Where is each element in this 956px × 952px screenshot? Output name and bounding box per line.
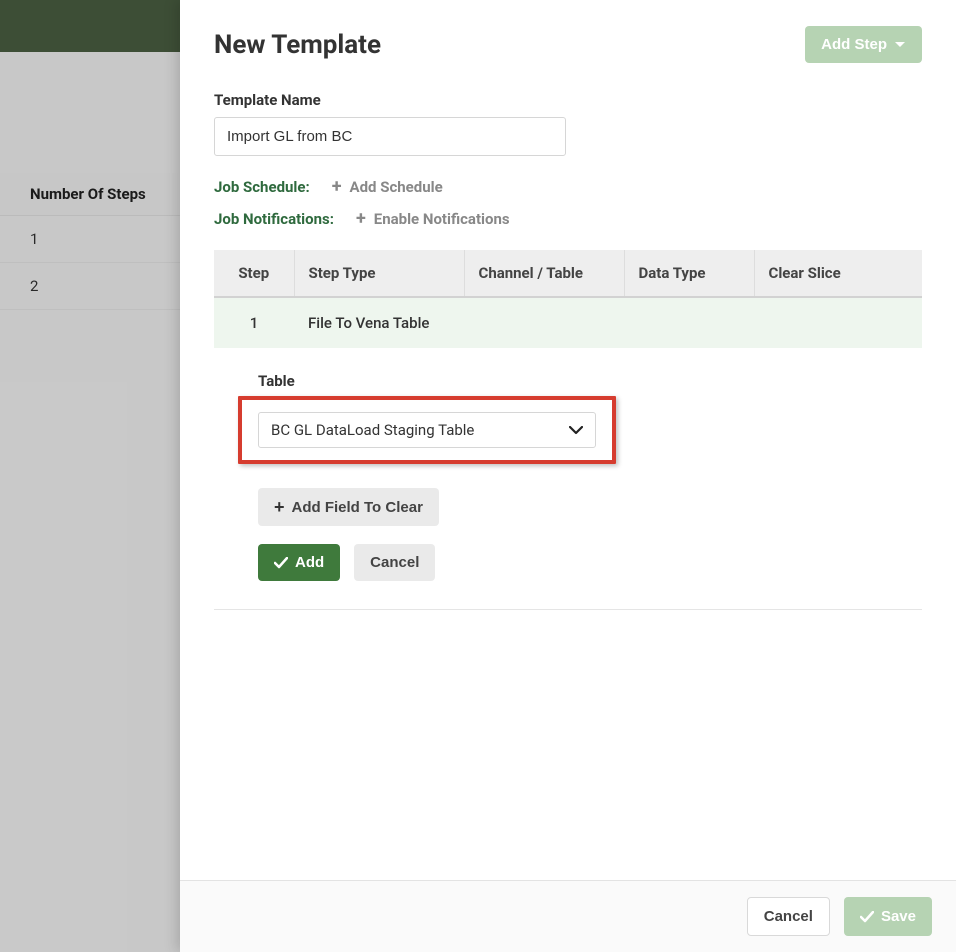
job-notifications-row: Job Notifications: + Enable Notification… — [214, 210, 922, 228]
col-data-type: Data Type — [624, 250, 754, 297]
add-field-label: Add Field To Clear — [292, 499, 423, 516]
footer-save-label: Save — [881, 908, 916, 925]
footer-cancel-label: Cancel — [764, 908, 813, 925]
panel-footer: Cancel Save — [180, 880, 956, 952]
panel-body: New Template Add Step Template Name Job … — [180, 0, 956, 880]
job-schedule-row: Job Schedule: + Add Schedule — [214, 178, 922, 196]
caret-down-icon — [894, 41, 906, 49]
cancel-inline-button[interactable]: Cancel — [354, 544, 435, 581]
cell-type: File To Vena Table — [294, 297, 464, 348]
highlight-annotation: BC GL DataLoad Staging Table — [238, 396, 616, 464]
page-title: New Template — [214, 30, 381, 60]
table-row[interactable]: 1 File To Vena Table — [214, 297, 922, 348]
add-label: Add — [295, 554, 324, 571]
footer-save-button[interactable]: Save — [844, 897, 932, 936]
add-schedule-button[interactable]: + Add Schedule — [332, 178, 443, 196]
table-select[interactable]: BC GL DataLoad Staging Table — [258, 412, 596, 448]
col-step: Step — [214, 250, 294, 297]
panel-header: New Template Add Step — [214, 26, 922, 63]
cell-step: 1 — [214, 297, 294, 348]
add-step-button[interactable]: Add Step — [805, 26, 922, 63]
enable-notifications-button[interactable]: + Enable Notifications — [356, 210, 510, 228]
section-divider — [214, 609, 922, 610]
add-schedule-label: Add Schedule — [350, 178, 443, 196]
cell-data-type — [624, 297, 754, 348]
new-template-panel: New Template Add Step Template Name Job … — [180, 0, 956, 952]
table-select-value: BC GL DataLoad Staging Table — [271, 421, 474, 439]
footer-cancel-button[interactable]: Cancel — [747, 897, 830, 936]
add-step-label: Add Step — [821, 36, 887, 53]
check-icon — [860, 911, 874, 923]
chevron-down-icon — [569, 426, 583, 435]
col-channel: Channel / Table — [464, 250, 624, 297]
plus-icon: + — [356, 210, 366, 228]
add-field-to-clear-button[interactable]: + Add Field To Clear — [258, 488, 439, 526]
cancel-inline-label: Cancel — [370, 554, 419, 571]
plus-icon: + — [332, 178, 342, 196]
plus-icon: + — [274, 498, 285, 516]
template-name-input[interactable] — [214, 117, 566, 156]
template-name-label: Template Name — [214, 91, 922, 109]
job-notifications-label: Job Notifications: — [214, 210, 334, 228]
job-schedule-label: Job Schedule: — [214, 178, 310, 196]
cell-channel — [464, 297, 624, 348]
check-icon — [274, 557, 288, 569]
enable-notifications-label: Enable Notifications — [374, 210, 510, 228]
col-step-type: Step Type — [294, 250, 464, 297]
col-clear-slice: Clear Slice — [754, 250, 922, 297]
steps-table: Step Step Type Channel / Table Data Type… — [214, 250, 922, 348]
cell-clear-slice — [754, 297, 922, 348]
table-select-label: Table — [258, 372, 922, 390]
add-button[interactable]: Add — [258, 544, 340, 581]
